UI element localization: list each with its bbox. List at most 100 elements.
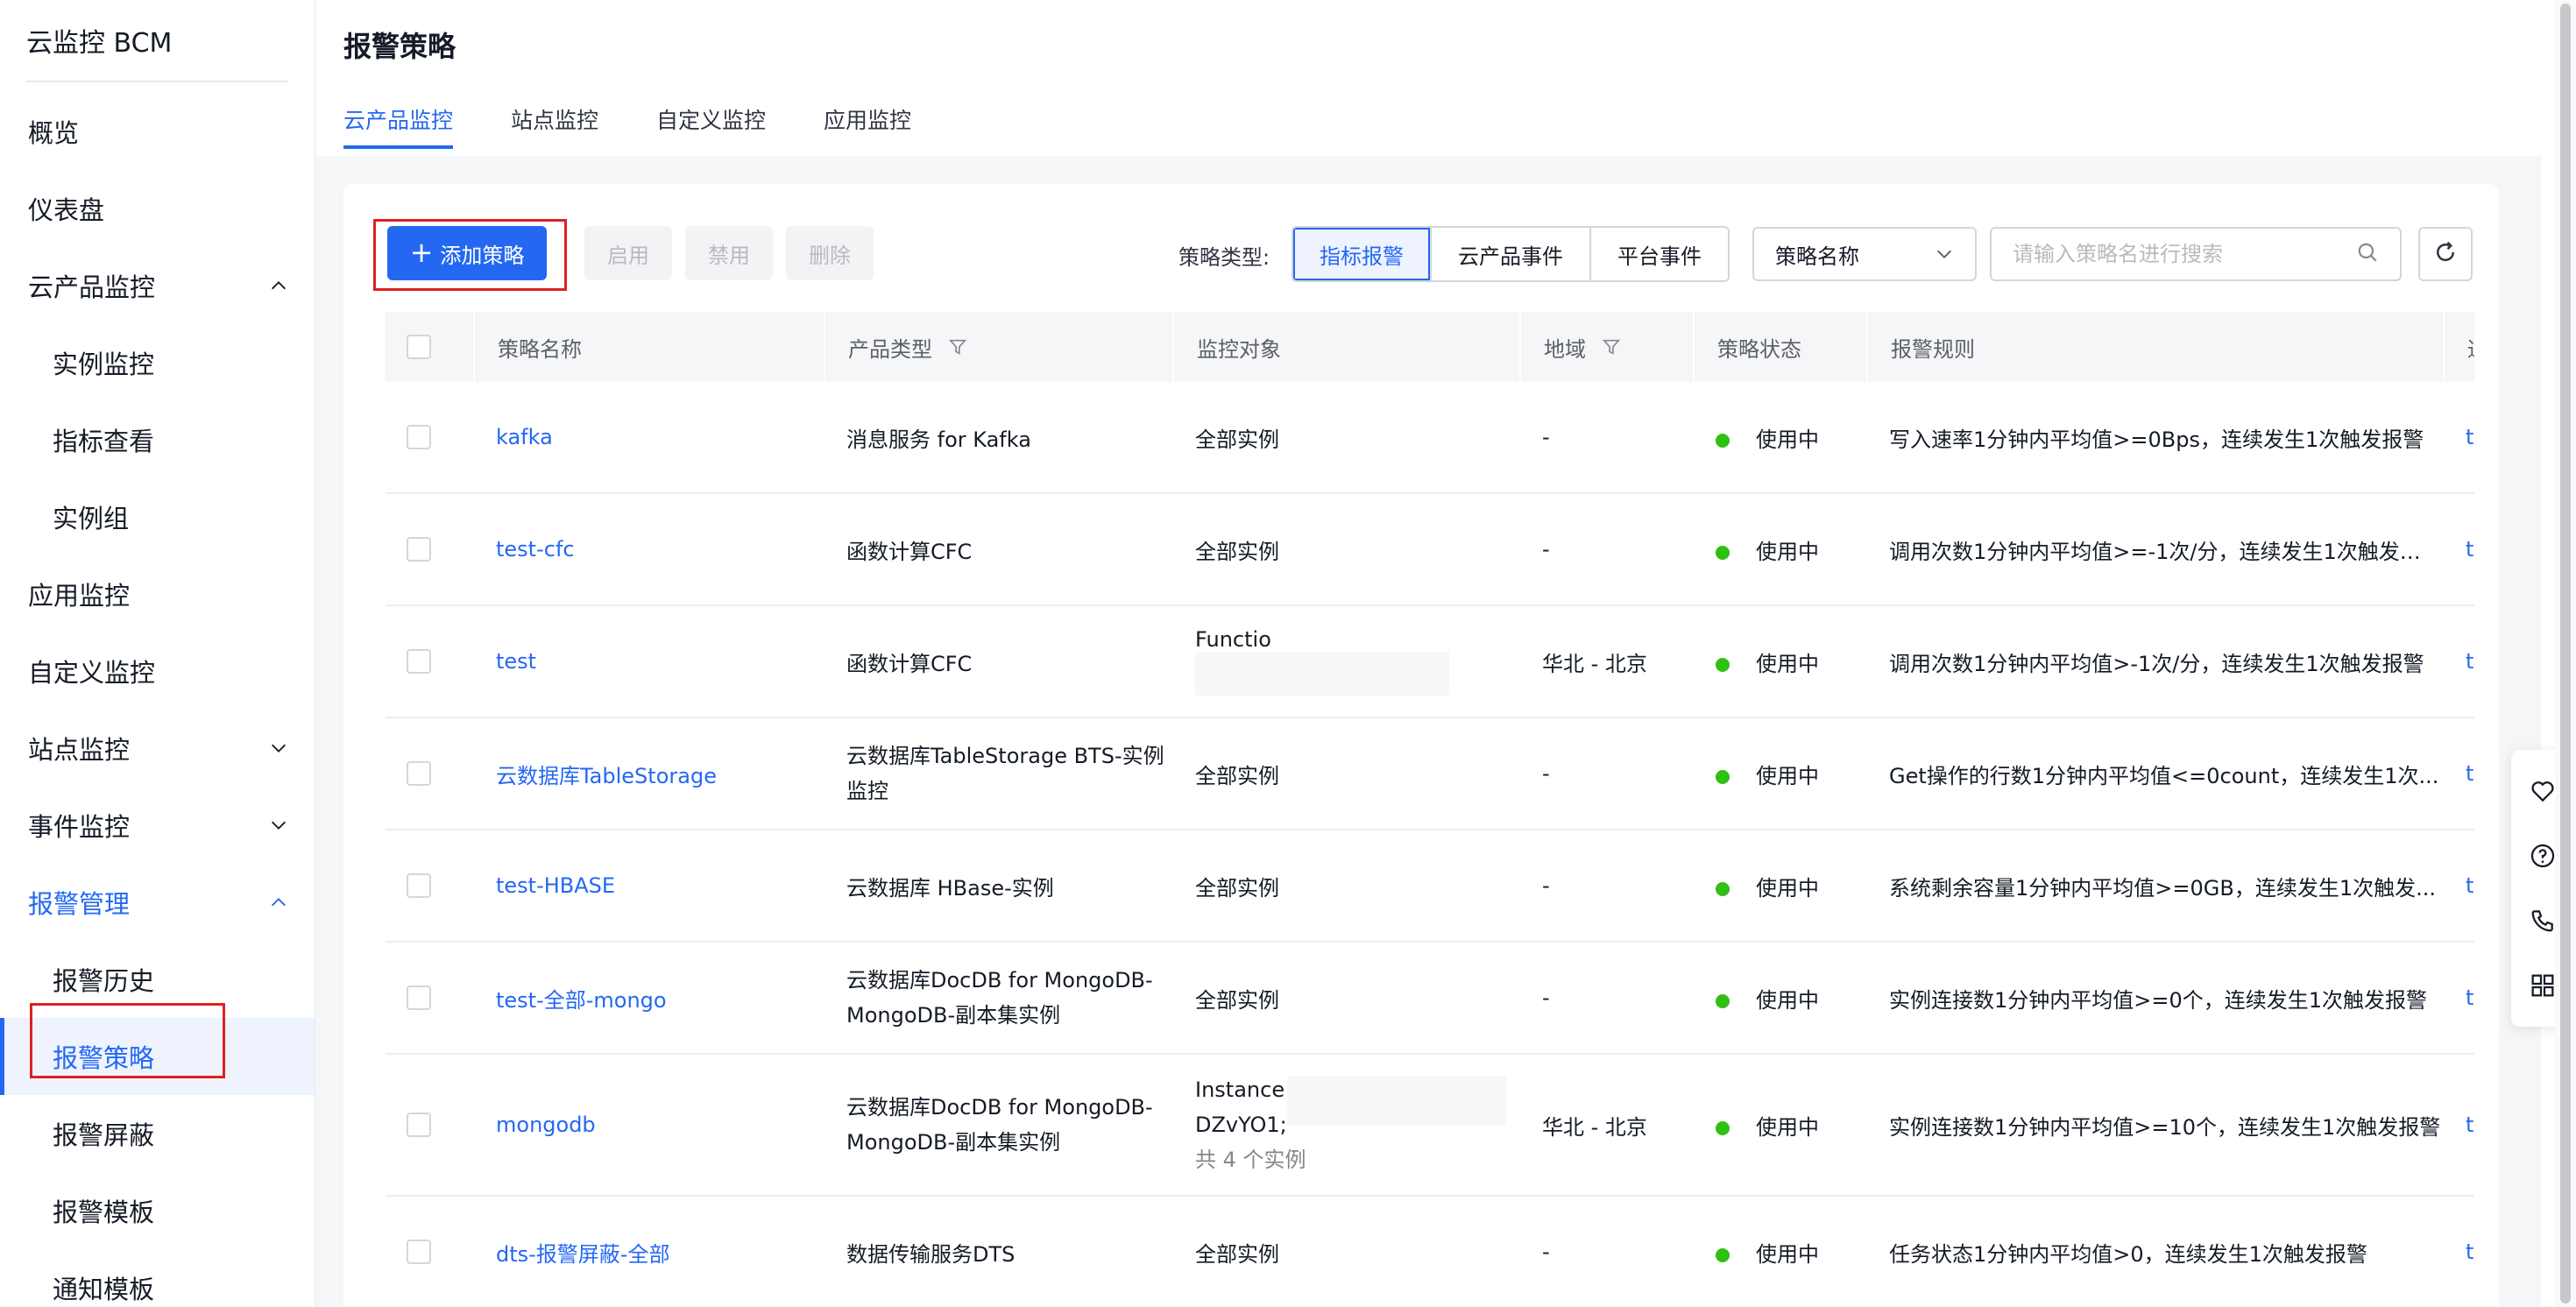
- table-row: dts-报警屏蔽-全部 数据传输服务DTS 全部实例 - 使用中 任务状态1分钟…: [386, 1197, 2474, 1307]
- notify-link[interactable]: test: [2466, 1113, 2474, 1137]
- tab-cloud-product-monitor[interactable]: 云产品监控: [343, 103, 454, 149]
- sidebar-item-instance-monitor[interactable]: 实例监控: [0, 324, 315, 401]
- region: 华北 - 北京: [1542, 651, 1647, 676]
- notify-link[interactable]: test: [2466, 761, 2474, 786]
- sidebar-item-metric-view[interactable]: 指标查看: [0, 401, 315, 478]
- table-row: kafka 消息服务 for Kafka 全部实例 - 使用中 写入速率1分钟内…: [386, 382, 2474, 494]
- status-dot: [1716, 1247, 1730, 1262]
- monitor-target-line: Instance: [1195, 1077, 1285, 1102]
- monitor-target: 全部实例: [1195, 763, 1279, 788]
- row-checkbox[interactable]: [407, 761, 431, 786]
- select-all-checkbox[interactable]: [407, 335, 431, 359]
- sidebar-item-instance-group[interactable]: 实例组: [0, 478, 315, 555]
- policy-name-link[interactable]: 云数据库TableStorage: [496, 764, 717, 788]
- region: -: [1542, 761, 1550, 786]
- refresh-button[interactable]: [2418, 227, 2473, 281]
- product-type: 函数计算CFC: [846, 651, 973, 676]
- sidebar-item-app-monitor[interactable]: 应用监控: [0, 555, 315, 632]
- notify-link[interactable]: test: [2466, 425, 2474, 449]
- policy-name-link[interactable]: test-HBASE: [496, 873, 615, 898]
- status-dot: [1716, 433, 1730, 448]
- status-text: 使用中: [1756, 763, 1819, 788]
- sidebar: 云监控 BCM 概览 仪表盘 云产品监控 实例监控 指标查看 实例组 应用监控 …: [0, 0, 315, 1307]
- sidebar-item-dashboard[interactable]: 仪表盘: [0, 170, 315, 247]
- policy-name-link[interactable]: test-全部-mongo: [496, 988, 667, 1013]
- policy-name-link[interactable]: kafka: [496, 425, 553, 449]
- product-type: 数据传输服务DTS: [846, 1241, 1016, 1267]
- redaction-mask: [1286, 1077, 1506, 1126]
- sidebar-item-event-monitor[interactable]: 事件监控: [0, 787, 315, 864]
- sidebar-item-custom-monitor[interactable]: 自定义监控: [0, 632, 315, 710]
- notify-link[interactable]: test: [2466, 986, 2474, 1010]
- status-dot: [1716, 881, 1730, 896]
- row-checkbox[interactable]: [407, 1240, 431, 1264]
- status-text: 使用中: [1756, 1114, 1819, 1140]
- row-checkbox[interactable]: [407, 537, 431, 562]
- search-field-select[interactable]: 策略名称: [1752, 227, 1977, 281]
- header-region: 地域: [1519, 312, 1693, 382]
- tab-bar: 云产品监控 站点监控 自定义监控 应用监控: [343, 103, 911, 149]
- delete-button[interactable]: 删除: [786, 226, 874, 280]
- policy-name-link[interactable]: mongodb: [496, 1113, 596, 1137]
- notify-link[interactable]: test: [2466, 649, 2474, 674]
- monitor-target: 全部实例: [1195, 539, 1279, 564]
- phone-icon[interactable]: [2529, 907, 2557, 935]
- apps-icon[interactable]: [2529, 971, 2557, 1000]
- search-icon[interactable]: [2356, 241, 2379, 267]
- disable-button[interactable]: 禁用: [685, 226, 773, 280]
- sidebar-item-site-monitor[interactable]: 站点监控: [0, 710, 315, 787]
- sidebar-item-alarm-mask[interactable]: 报警屏蔽: [0, 1095, 315, 1172]
- table-header: 策略名称 产品类型 监控对象 地域 策略状态 报警规则 通知: [386, 312, 2474, 382]
- alarm-rule: 调用次数1分钟内平均值>-1次/分，连续发生1次触发报警: [1889, 651, 2424, 676]
- sidebar-item-cloud-product-monitor[interactable]: 云产品监控: [0, 247, 315, 324]
- tab-app-monitor[interactable]: 应用监控: [824, 103, 911, 149]
- row-checkbox[interactable]: [407, 986, 431, 1010]
- notify-link[interactable]: test: [2466, 537, 2474, 562]
- sidebar-item-overview[interactable]: 概览: [0, 93, 315, 170]
- tab-site-monitor[interactable]: 站点监控: [511, 103, 598, 149]
- region: 华北 - 北京: [1542, 1114, 1647, 1140]
- policy-name-link[interactable]: test-cfc: [496, 537, 575, 562]
- alarm-rule: 系统剩余容量1分钟内平均值>=0GB，连续发生1次触发...: [1889, 875, 2436, 901]
- policy-table: 策略名称 产品类型 监控对象 地域 策略状态 报警规则 通知 kafka 消息服…: [386, 312, 2474, 1307]
- enable-button[interactable]: 启用: [584, 226, 672, 280]
- filter-icon[interactable]: [948, 337, 967, 357]
- help-icon[interactable]: [2529, 842, 2557, 870]
- app-title: 云监控 BCM: [26, 0, 288, 82]
- header-policy-status: 策略状态: [1693, 312, 1866, 382]
- alarm-rule: Get操作的行数1分钟内平均值<=0count，连续发生1次...: [1889, 763, 2439, 788]
- notify-link[interactable]: test: [2466, 873, 2474, 898]
- search-input[interactable]: [2013, 242, 2346, 266]
- monitor-target: 全部实例: [1195, 427, 1279, 452]
- type-platform-event[interactable]: 平台事件: [1589, 228, 1728, 280]
- row-checkbox[interactable]: [407, 1113, 431, 1137]
- add-policy-button[interactable]: + 添加策略: [387, 226, 547, 280]
- header-notify: 通知: [2443, 312, 2474, 382]
- sidebar-item-alarm-history[interactable]: 报警历史: [0, 941, 315, 1018]
- page-header: 报警策略 云产品监控 站点监控 自定义监控 应用监控: [315, 0, 2541, 156]
- plus-icon: +: [409, 235, 434, 269]
- status-dot: [1716, 657, 1730, 672]
- page-title: 报警策略: [343, 30, 456, 63]
- heart-icon[interactable]: [2529, 777, 2557, 805]
- sidebar-item-alarm-policy[interactable]: 报警策略: [0, 1018, 315, 1095]
- row-checkbox[interactable]: [407, 425, 431, 449]
- scrollbar-thumb[interactable]: [2560, 4, 2571, 1303]
- notify-link[interactable]: test: [2466, 1240, 2474, 1264]
- sidebar-item-alarm-template[interactable]: 报警模板: [0, 1172, 315, 1249]
- chevron-down-icon: [269, 816, 288, 835]
- tab-custom-monitor[interactable]: 自定义监控: [656, 103, 766, 149]
- table-row: 云数据库TableStorage 云数据库TableStorage BTS-实例…: [386, 718, 2474, 830]
- policy-name-link[interactable]: dts-报警屏蔽-全部: [496, 1242, 669, 1267]
- type-metric-alarm[interactable]: 指标报警: [1293, 228, 1430, 280]
- policy-name-link[interactable]: test: [496, 649, 536, 674]
- region: -: [1542, 873, 1550, 898]
- row-checkbox[interactable]: [407, 873, 431, 898]
- redaction-mask: [1195, 652, 1449, 696]
- type-cloud-event[interactable]: 云产品事件: [1430, 228, 1589, 280]
- filter-icon[interactable]: [1602, 337, 1621, 357]
- row-checkbox[interactable]: [407, 649, 431, 674]
- sidebar-item-notify-template[interactable]: 通知模板: [0, 1249, 315, 1307]
- status-text: 使用中: [1756, 427, 1819, 452]
- sidebar-item-alarm-management[interactable]: 报警管理: [0, 864, 315, 941]
